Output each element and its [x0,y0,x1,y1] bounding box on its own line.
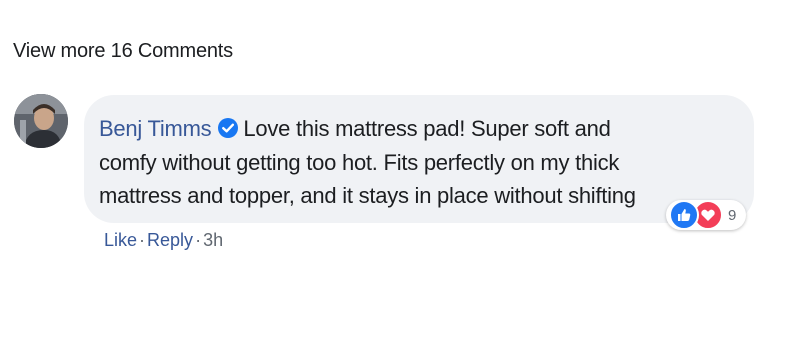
like-button[interactable]: Like [104,230,137,250]
comment-actions: Like · Reply · 3h [104,230,223,251]
separator: · [139,230,146,250]
like-reaction-icon [669,200,699,230]
comment-author[interactable]: Benj Timms [99,116,212,141]
avatar[interactable] [14,94,68,148]
comment-text-line-1: Love this mattress pad! Super soft and [243,116,611,141]
reaction-summary[interactable]: 9 [666,200,747,230]
reply-button[interactable]: Reply [147,230,193,250]
comment-text-line-2: comfy without getting too hot. Fits perf… [99,149,620,175]
comment-text-line-3: mattress and topper, and it stays in pla… [99,183,636,208]
reaction-count: 9 [728,206,737,224]
comments-section: View more 16 Comments Benj Timms Love thi… [0,0,798,350]
view-more-comments-link[interactable]: View more 16 Comments [13,40,233,63]
comment-timestamp[interactable]: 3h [203,230,223,250]
verified-badge-icon [218,118,239,138]
comment-body: Benj Timms Love this mattress pad! Super … [99,112,739,213]
comment-line: Benj Timms Love this mattress pad! Super … [99,112,739,146]
separator: · [195,230,202,250]
